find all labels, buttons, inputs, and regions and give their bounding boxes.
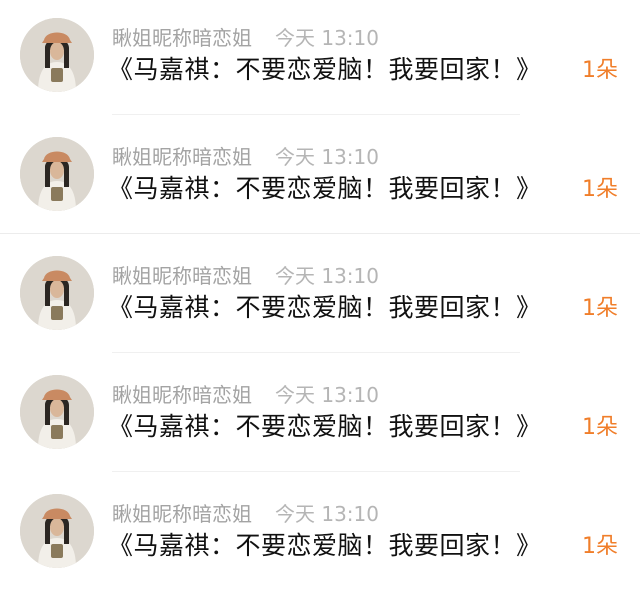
comment-author[interactable]: 瞅姐昵称暗恋姐: [112, 501, 252, 527]
list-item[interactable]: 瞅姐昵称暗恋姐 今天 13:10 《马嘉祺：不要恋爱脑！我要回家！》 1朵: [0, 0, 640, 119]
comment-text: 《马嘉祺：不要恋爱脑！我要回家！》: [108, 412, 542, 441]
comment-time: 今天 13:10: [275, 502, 379, 526]
comment-time: 今天 13:10: [275, 264, 379, 288]
comment-author[interactable]: 瞅姐昵称暗恋姐: [112, 263, 252, 289]
comment-time: 今天 13:10: [275, 26, 379, 50]
divider: [112, 352, 520, 353]
avatar[interactable]: [20, 137, 94, 211]
avatar[interactable]: [20, 256, 94, 330]
avatar[interactable]: [20, 375, 94, 449]
divider: [112, 114, 520, 115]
avatar[interactable]: [20, 494, 94, 568]
avatar-image: [20, 494, 94, 568]
avatar[interactable]: [20, 18, 94, 92]
comment-text: 《马嘉祺：不要恋爱脑！我要回家！》: [108, 293, 542, 322]
avatar-image: [20, 137, 94, 211]
divider: [112, 471, 520, 472]
flower-count: 1朵: [582, 415, 618, 440]
flower-count: 1朵: [582, 534, 618, 559]
list-item[interactable]: 瞅姐昵称暗恋姐 今天 13:10 《马嘉祺：不要恋爱脑！我要回家！》 1朵: [0, 357, 640, 476]
list-item[interactable]: 瞅姐昵称暗恋姐 今天 13:10 《马嘉祺：不要恋爱脑！我要回家！》 1朵: [0, 238, 640, 357]
comment-text: 《马嘉祺：不要恋爱脑！我要回家！》: [108, 55, 542, 84]
flower-count: 1朵: [582, 296, 618, 321]
divider: [0, 233, 640, 234]
comment-author[interactable]: 瞅姐昵称暗恋姐: [112, 25, 252, 51]
comment-time: 今天 13:10: [275, 383, 379, 407]
comment-list: 瞅姐昵称暗恋姐 今天 13:10 《马嘉祺：不要恋爱脑！我要回家！》 1朵 瞅姐…: [0, 0, 640, 591]
avatar-image: [20, 256, 94, 330]
flower-count: 1朵: [582, 58, 618, 83]
comment-text: 《马嘉祺：不要恋爱脑！我要回家！》: [108, 174, 542, 203]
comment-text: 《马嘉祺：不要恋爱脑！我要回家！》: [108, 531, 542, 560]
list-item[interactable]: 瞅姐昵称暗恋姐 今天 13:10 《马嘉祺：不要恋爱脑！我要回家！》 1朵: [0, 476, 640, 595]
avatar-image: [20, 18, 94, 92]
comment-author[interactable]: 瞅姐昵称暗恋姐: [112, 144, 252, 170]
flower-count: 1朵: [582, 177, 618, 202]
avatar-image: [20, 375, 94, 449]
comment-time: 今天 13:10: [275, 145, 379, 169]
comment-author[interactable]: 瞅姐昵称暗恋姐: [112, 382, 252, 408]
list-item[interactable]: 瞅姐昵称暗恋姐 今天 13:10 《马嘉祺：不要恋爱脑！我要回家！》 1朵: [0, 119, 640, 238]
